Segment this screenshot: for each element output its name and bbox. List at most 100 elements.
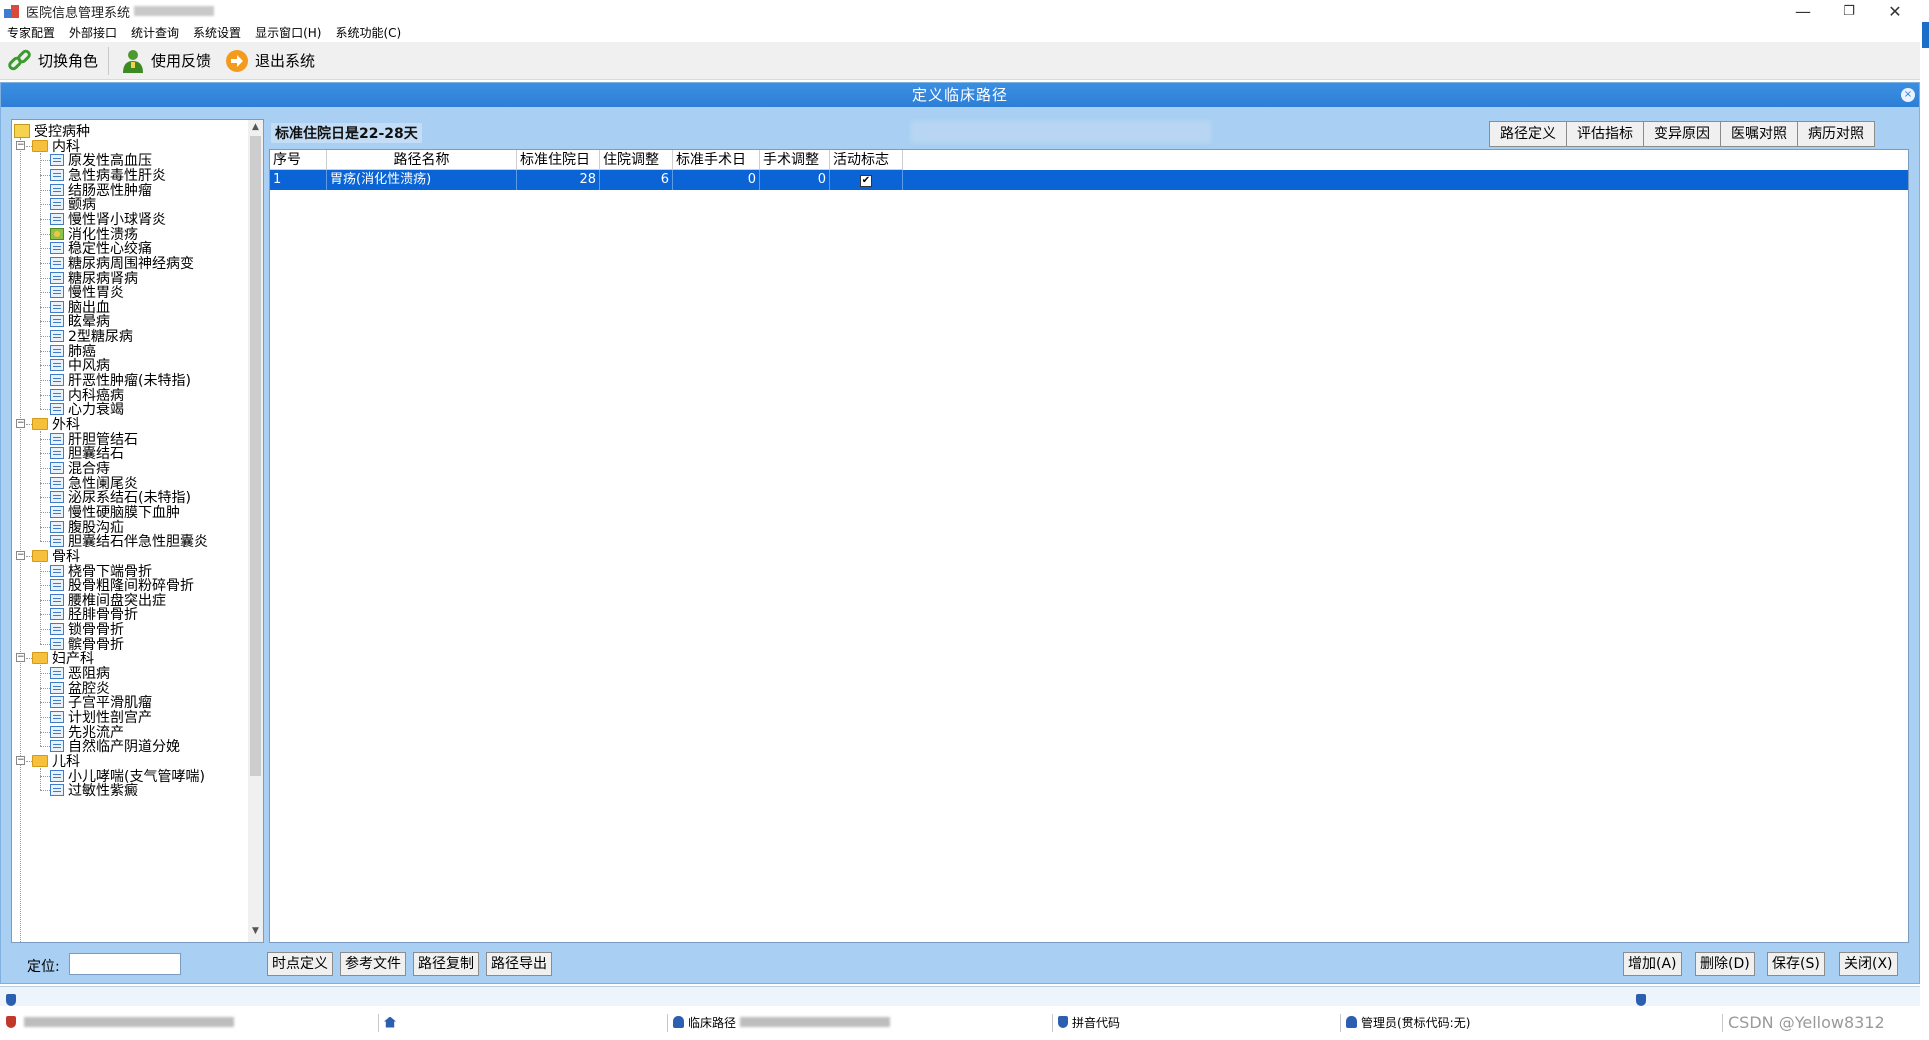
tab-path-definition[interactable]: 路径定义 [1489,121,1566,147]
col-header-op-adjust[interactable]: 手术调整 [760,150,830,170]
tree-scrollbar[interactable]: ▲ ▼ [248,120,263,942]
document-icon [50,359,64,372]
tree-scroll-thumb[interactable] [250,136,261,776]
add-button[interactable]: 增加(A) [1623,952,1682,976]
document-icon [50,681,64,694]
table-row[interactable]: 1 胃疡(消化性溃疡) 28 6 0 0 ✔ [270,170,1908,190]
menu-external-interface[interactable]: 外部接口 [62,24,124,41]
menu-show-window[interactable]: 显示窗口(H) [248,24,328,41]
reference-files-button[interactable]: 参考文件 [340,952,406,976]
frame-title: 定义临床路径 [1,83,1919,107]
document-icon [50,491,64,504]
collapse-toggle-icon[interactable]: − [16,140,25,150]
collapse-toggle-icon[interactable]: − [16,755,25,765]
tree-connector [40,541,50,543]
switch-role-button[interactable]: 切换角色 [0,45,104,77]
col-header-op-day[interactable]: 标准手术日 [673,150,760,170]
feedback-button[interactable]: 使用反馈 [113,45,217,77]
scroll-up-icon[interactable]: ▲ [251,122,260,132]
user-icon [1346,1016,1357,1028]
status-pinyin: 拼音代码 [1058,1012,1120,1032]
document-icon [50,725,64,738]
tree-item[interactable]: 过敏性紫癜 [50,781,138,799]
col-header-seq[interactable]: 序号 [270,150,327,170]
cell-active: ✔ [830,170,903,190]
collapse-toggle-icon[interactable]: − [16,653,25,663]
copy-path-button[interactable]: 路径复制 [413,952,479,976]
exit-system-button[interactable]: 退出系统 [217,45,321,77]
menu-statistics-query[interactable]: 统计查询 [124,24,186,41]
maximize-button[interactable]: ❐ [1826,0,1872,22]
tab-order-mapping[interactable]: 医嘱对照 [1720,121,1797,147]
menu-system-settings[interactable]: 系统设置 [186,24,248,41]
tree-connector [40,687,50,689]
toolbar: 切换角色 使用反馈 退出系统 [0,42,1920,80]
menu-system-functions[interactable]: 系统功能(C) [328,24,408,41]
document-icon [50,608,64,621]
active-checkbox[interactable]: ✔ [860,175,872,187]
cell-op-adjust: 0 [760,170,830,190]
tree-connector [40,204,50,206]
document-icon [50,286,64,299]
menu-expert-config[interactable]: 专家配置 [0,24,62,41]
tree-connector [20,138,21,942]
disease-tree-panel: 受控病种 − 内科 原发性高血压 急性病毒性肝炎 结肠恶性肿瘤 颤病 慢性肾小球肾炎 消化性溃疡… [11,119,264,943]
tree-connector [40,174,50,176]
document-icon [50,168,64,181]
shield-icon [6,1016,16,1028]
minimize-button[interactable]: — [1780,0,1826,22]
tree-connector [40,262,50,264]
tree-connector [40,673,50,675]
tree-connector [40,365,50,367]
tree-connector [40,562,41,644]
locate-label: 定位: [27,959,60,975]
frame-close-icon[interactable]: × [1901,88,1915,102]
col-header-std-days[interactable]: 标准住院日 [517,150,600,170]
tree-connector [40,570,50,572]
document-icon [50,476,64,489]
tab-variation-reasons[interactable]: 变异原因 [1643,121,1720,147]
tab-record-mapping[interactable]: 病历对照 [1797,121,1875,147]
tree-connector [40,350,50,352]
exit-system-label: 退出系统 [255,52,316,70]
disease-tree: 受控病种 − 内科 原发性高血压 急性病毒性肝炎 结肠恶性肿瘤 颤病 慢性肾小球肾炎 消化性溃疡… [12,120,248,942]
tree-connector [40,248,50,250]
collapse-toggle-icon[interactable]: − [16,550,25,560]
document-icon [50,667,64,680]
redacted-text [24,1017,234,1027]
tree-connector [40,189,50,191]
cell-std-days: 28 [517,170,600,190]
col-header-name[interactable]: 路径名称 [327,150,517,170]
status-home [384,1012,400,1032]
scroll-down-icon[interactable]: ▼ [251,926,260,936]
collapse-toggle-icon[interactable]: − [16,419,25,428]
save-button[interactable]: 保存(S) [1767,952,1825,976]
locate-input[interactable] [69,953,181,975]
col-header-active[interactable]: 活动标志 [830,150,903,170]
tree-connector [40,717,50,718]
tree-connector [40,277,50,279]
export-path-button[interactable]: 路径导出 [486,952,552,976]
document-icon [50,520,64,533]
document-icon [50,461,64,474]
standard-stay-info: 标准住院日是22-28天 [271,123,422,143]
status-clinical-path-label: 临床路径 [688,1015,737,1030]
clinical-path-window: 定义临床路径 × 受控病种 − 内科 原发性高血压 急性病毒性肝炎 结肠恶性肿瘤 颤病 慢性肾… [0,82,1920,984]
status-divider [378,1014,379,1032]
document-icon [50,388,64,401]
time-point-definition-button[interactable]: 时点定义 [267,952,333,976]
cell-name: 胃疡(消化性溃疡) [327,170,517,190]
document-icon [50,183,64,196]
status-clinical-path: 临床路径 [673,1012,891,1032]
col-header-adjust[interactable]: 住院调整 [600,150,673,170]
close-button[interactable]: 关闭(X) [1839,952,1898,976]
document-icon [50,374,64,387]
delete-button[interactable]: 删除(D) [1695,952,1755,976]
toolbar-separator [108,46,110,75]
status-admin: 管理员(贯标代码:无) [1346,1012,1470,1032]
window-titlebar: 医院信息管理系统 — ❐ ✕ [0,0,1929,22]
document-icon [50,256,64,269]
close-window-button[interactable]: ✕ [1872,0,1918,22]
tab-evaluation-indicators[interactable]: 评估指标 [1566,121,1643,147]
user-icon [673,1016,684,1028]
